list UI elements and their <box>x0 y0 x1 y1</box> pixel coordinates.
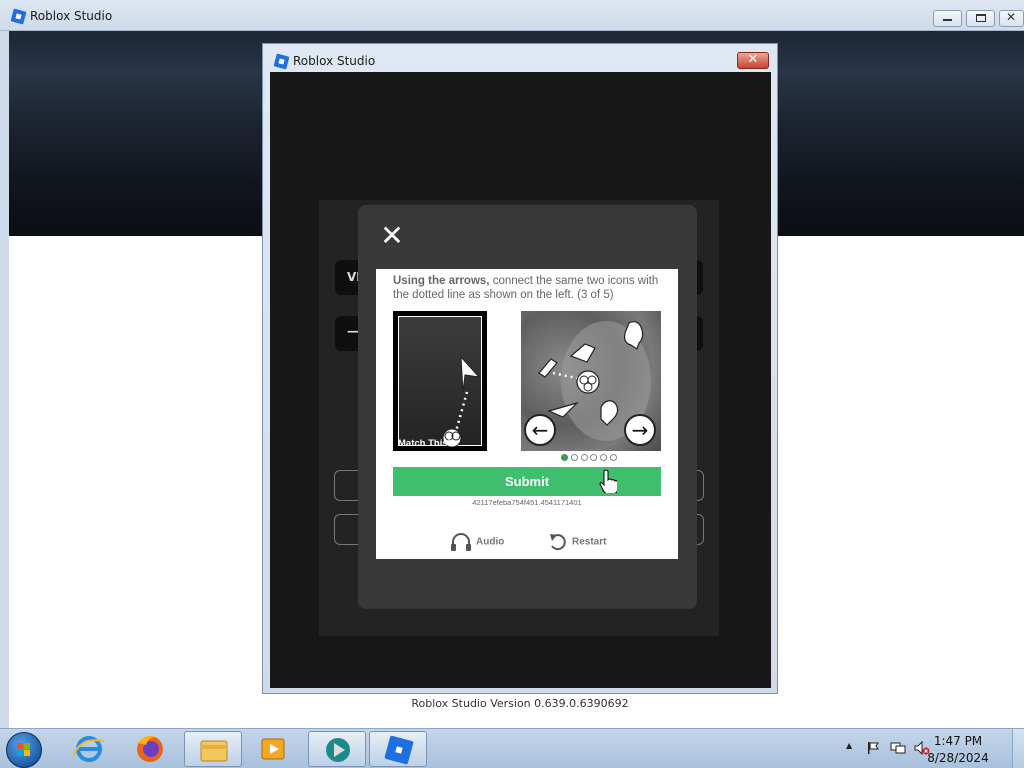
dotted-connector-line <box>453 391 469 436</box>
show-hidden-icons-button[interactable]: ▲ <box>846 741 852 750</box>
windows-logo-icon <box>17 743 30 756</box>
dialog-close-button[interactable]: ✕ <box>737 52 769 69</box>
dialog-title: Roblox Studio <box>293 54 376 68</box>
maximize-icon <box>976 14 986 22</box>
match-example-scene <box>398 316 482 447</box>
progress-dot <box>600 454 608 461</box>
roblox-studio-dialog: Roblox Studio ✕ VI — ✕ Using the arrows,… <box>262 43 778 694</box>
firefox-icon <box>137 735 163 762</box>
match-this-label: Match This! <box>398 438 451 449</box>
hand-cursor-icon <box>599 469 617 493</box>
taskbar-media-player[interactable] <box>245 731 303 767</box>
captcha-instructions: Using the arrows, connect the same two i… <box>393 274 673 302</box>
progress-dot <box>570 454 578 461</box>
minimize-icon <box>943 19 952 21</box>
progress-dot <box>609 454 617 461</box>
outer-window-title: Roblox Studio <box>30 9 113 23</box>
show-desktop-button[interactable] <box>1012 729 1024 768</box>
roblox-studio-icon <box>10 8 27 25</box>
taskbar-internet-explorer[interactable] <box>60 731 118 767</box>
window-frame <box>0 31 9 728</box>
roblox-studio-icon <box>384 735 414 765</box>
file-explorer-icon <box>200 740 228 762</box>
restart-label: Restart <box>572 536 607 548</box>
audio-label: Audio <box>476 536 505 548</box>
captcha-frame: Using the arrows, connect the same two i… <box>376 269 678 559</box>
close-icon: ✕ <box>747 52 759 67</box>
media-player-icon <box>261 738 285 760</box>
close-icon: ✕ <box>1006 10 1017 24</box>
previous-arrow-button[interactable]: ← <box>524 414 556 446</box>
progress-dot <box>590 454 598 461</box>
outer-close-button[interactable]: ✕ <box>999 10 1024 27</box>
taskbar-app[interactable] <box>308 731 366 767</box>
headphones-icon <box>451 533 471 551</box>
instruction-bold: Using the arrows, <box>393 275 490 287</box>
minimize-button[interactable] <box>933 10 962 27</box>
internet-explorer-icon <box>73 736 105 762</box>
version-text: Roblox Studio Version 0.639.0.6390692 <box>411 697 629 710</box>
restart-icon <box>550 534 566 551</box>
clock-time[interactable]: 1:47 PM <box>912 734 1004 748</box>
session-id: 42117efeba754f451.4541171401 <box>472 498 582 507</box>
dialog-content: VI — ✕ Using the arrows, connect the sam… <box>270 72 771 688</box>
outer-titlebar: Roblox Studio ✕ <box>0 0 1024 31</box>
captcha-close-button[interactable]: ✕ <box>380 222 404 250</box>
match-example-drawing <box>442 355 481 447</box>
submit-button[interactable]: Submit <box>393 467 661 496</box>
progress-dots <box>561 454 620 464</box>
progress-dot <box>561 454 568 461</box>
next-arrow-button[interactable]: → <box>624 414 656 446</box>
arrow-left-icon: ← <box>531 418 549 442</box>
captcha-puzzle-image[interactable]: ← → <box>521 311 661 451</box>
audio-button[interactable]: Audio <box>450 532 504 552</box>
match-example-image: Match This! <box>393 311 487 451</box>
taskbar-firefox[interactable] <box>121 731 179 767</box>
app-icon <box>326 738 350 762</box>
taskbar: ▲ 1:47 PM 8/28/2024 <box>0 728 1024 768</box>
maximize-button[interactable] <box>966 10 995 27</box>
taskbar-roblox-studio[interactable] <box>369 731 427 767</box>
paper-plane-icon <box>460 355 481 393</box>
taskbar-file-explorer[interactable] <box>184 731 242 767</box>
roblox-studio-icon <box>273 53 290 70</box>
progress-dot <box>580 454 588 461</box>
start-button[interactable] <box>6 732 42 768</box>
network-icon[interactable] <box>890 741 906 755</box>
clock-date[interactable]: 8/28/2024 <box>912 751 1004 765</box>
action-center-flag-icon[interactable] <box>866 741 880 755</box>
arrow-right-icon: → <box>631 418 649 442</box>
captcha-modal: ✕ Using the arrows, connect the same two… <box>358 205 697 609</box>
restart-button[interactable]: Restart <box>548 532 606 552</box>
